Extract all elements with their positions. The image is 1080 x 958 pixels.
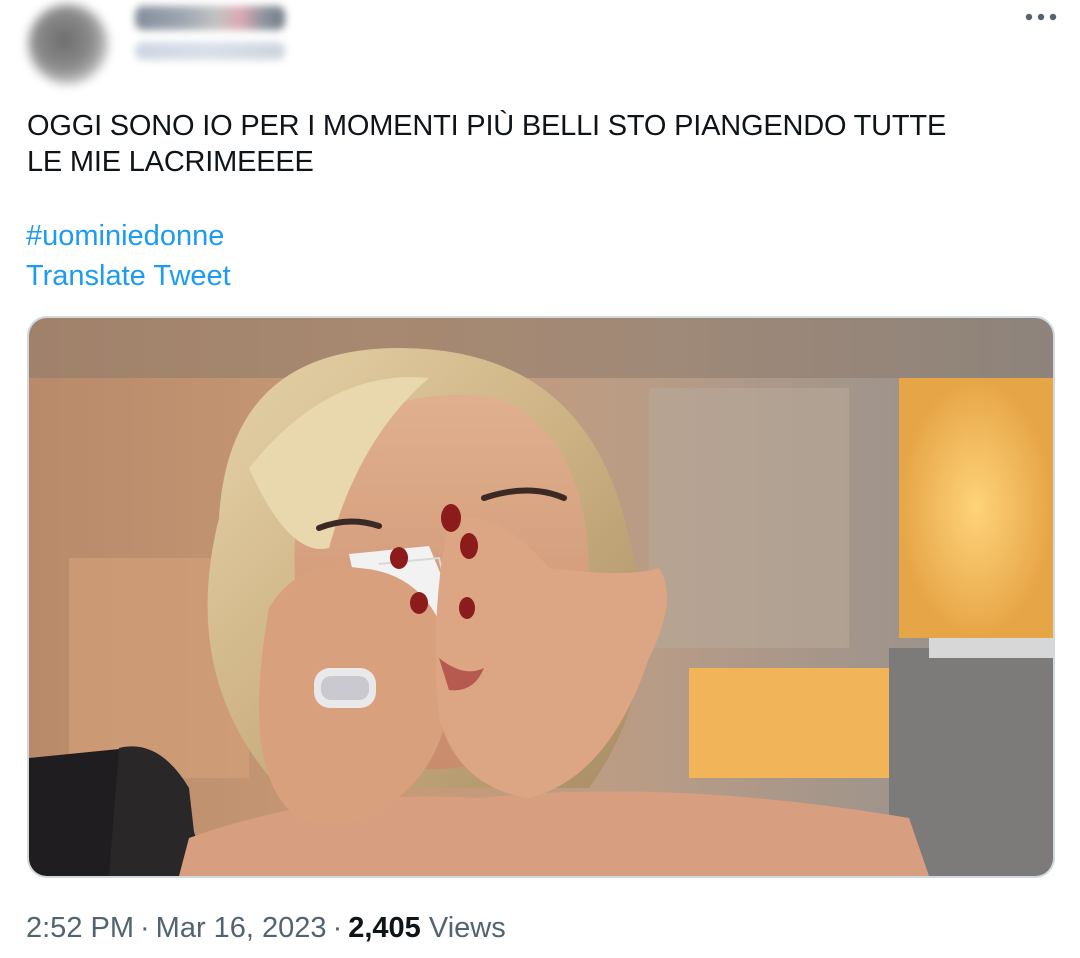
translate-tweet-link[interactable]: Translate Tweet bbox=[26, 258, 231, 294]
tweet: OGGI SONO IO PER I MOMENTI PIÙ BELLI STO… bbox=[0, 0, 1080, 958]
tweet-meta: 2:52 PM · Mar 16, 2023 · 2,405 Views bbox=[26, 910, 506, 946]
separator: · bbox=[140, 912, 150, 944]
tweet-time-link[interactable]: 2:52 PM bbox=[26, 912, 134, 944]
tweet-photo[interactable] bbox=[27, 316, 1055, 878]
tweet-date-link[interactable]: Mar 16, 2023 bbox=[156, 912, 327, 944]
more-options-button[interactable] bbox=[1016, 2, 1066, 32]
hashtag-link[interactable]: #uominiedonne bbox=[26, 218, 224, 254]
ellipsis-icon bbox=[1023, 12, 1059, 22]
tweet-text: OGGI SONO IO PER I MOMENTI PIÙ BELLI STO… bbox=[27, 110, 947, 178]
handle-blurred[interactable] bbox=[135, 42, 285, 60]
avatar[interactable] bbox=[28, 4, 108, 84]
views-count: 2,405 bbox=[348, 912, 421, 944]
photo-crying-woman bbox=[29, 318, 1053, 876]
views-label: Views bbox=[428, 912, 506, 944]
display-name-blurred[interactable] bbox=[135, 6, 285, 30]
separator: · bbox=[332, 912, 343, 944]
